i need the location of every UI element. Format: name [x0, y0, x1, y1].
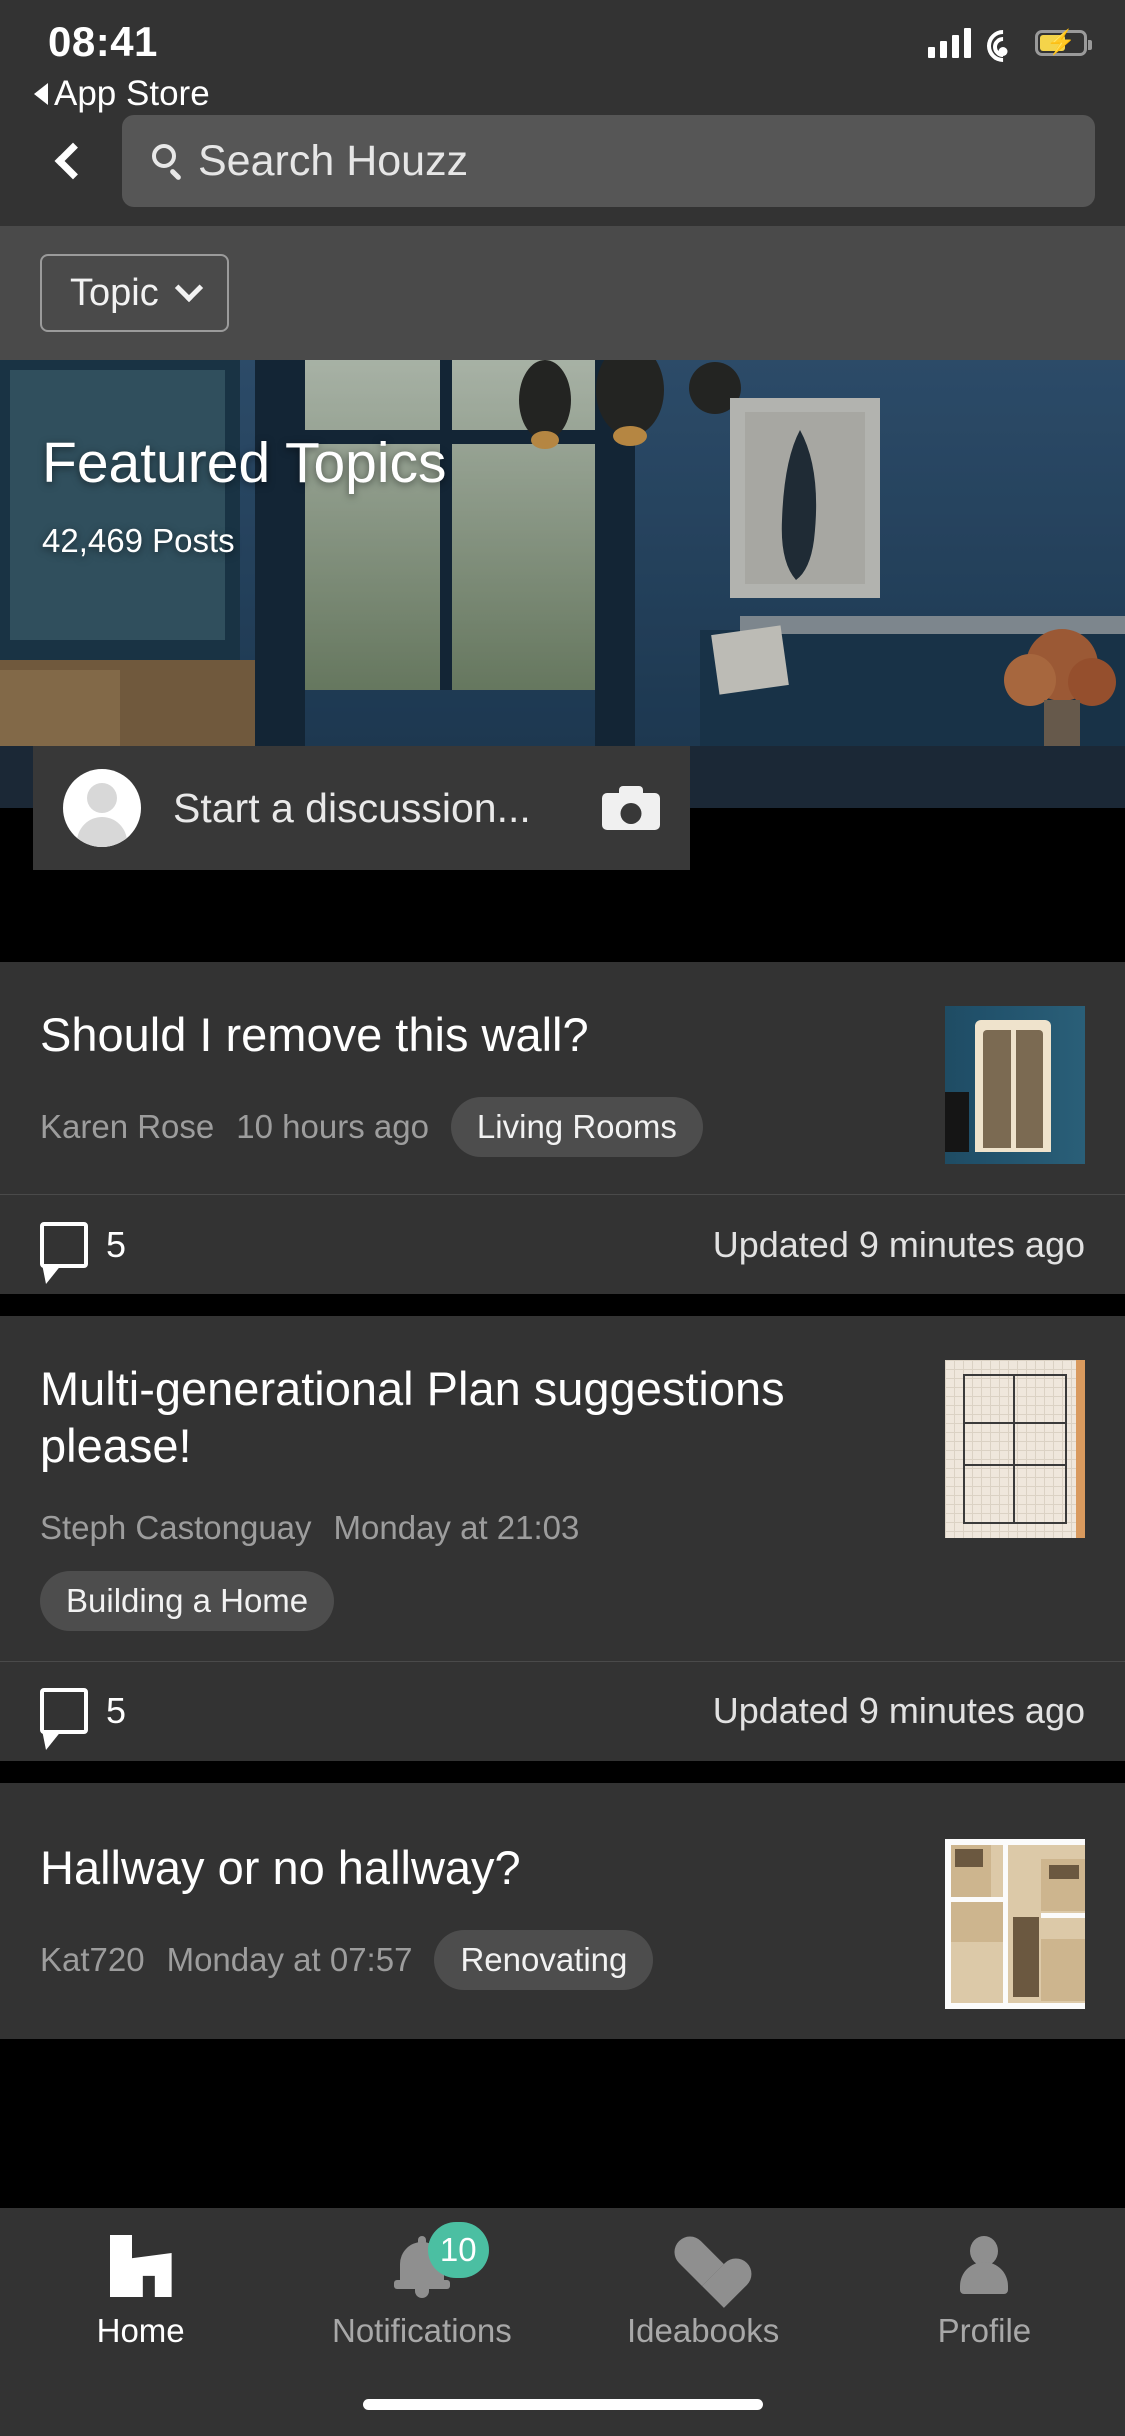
- discussion-tag[interactable]: Living Rooms: [450, 1097, 703, 1158]
- battery-charging-icon: ⚡: [1035, 30, 1092, 56]
- comment-count-group[interactable]: 5: [40, 1688, 127, 1751]
- navigation-bar: Search Houzz: [0, 96, 1125, 226]
- home-indicator: [362, 2399, 763, 2410]
- comment-count-group[interactable]: 5: [40, 1221, 127, 1284]
- tab-notifications-label: Notifications: [332, 2312, 512, 2349]
- tab-profile-label: Profile: [937, 2312, 1032, 2349]
- tab-home[interactable]: Home: [0, 2234, 281, 2350]
- discussion-body[interactable]: Should I remove this wall? Karen Rose 10…: [0, 962, 1125, 1194]
- discussion-title: Should I remove this wall?: [40, 1008, 589, 1061]
- discussion-meta: Steph Castonguay Monday at 21:03: [40, 1509, 921, 1547]
- discussion-text: Multi-generational Plan suggestions plea…: [40, 1360, 945, 1631]
- discussion-card[interactable]: Hallway or no hallway? Kat720 Monday at …: [0, 1782, 1125, 2039]
- discussion-thumbnail[interactable]: [945, 1838, 1085, 2009]
- camera-icon[interactable]: [602, 786, 660, 830]
- discussion-text: Should I remove this wall? Karen Rose 10…: [40, 1006, 945, 1164]
- person-icon: [956, 2234, 1012, 2298]
- bottom-tab-bar: Home 10 Notifications Ideabooks Profile: [0, 2208, 1125, 2436]
- discussion-title: Multi-generational Plan suggestions plea…: [40, 1362, 785, 1473]
- discussion-meta: Kat720 Monday at 07:57 Renovating: [40, 1929, 921, 1990]
- signal-bars-icon: [928, 28, 971, 58]
- composer-region: Start a discussion...: [0, 746, 1125, 962]
- houzz-home-icon: [109, 2234, 172, 2298]
- discussion-author: Kat720: [40, 1940, 145, 1978]
- filter-bar: Topic: [0, 226, 1125, 360]
- card-separator: [0, 1760, 1125, 1783]
- notifications-badge: 10: [427, 2222, 489, 2278]
- discussion-author: Karen Rose: [40, 1108, 215, 1146]
- status-icons: ⚡: [928, 23, 1092, 69]
- discussion-thumbnail[interactable]: [945, 1006, 1085, 1164]
- discussion-time: 10 hours ago: [236, 1108, 429, 1146]
- wifi-icon: [980, 23, 1026, 69]
- tab-ideabooks-label: Ideabooks: [626, 2312, 780, 2349]
- comment-bubble-icon: [40, 1688, 88, 1751]
- tab-home-label: Home: [96, 2312, 185, 2349]
- chevron-left-icon: [54, 142, 92, 180]
- card-separator: [0, 1294, 1125, 1316]
- discussion-meta: Karen Rose 10 hours ago Living Rooms: [40, 1097, 921, 1158]
- discussion-author: Steph Castonguay: [40, 1508, 312, 1546]
- start-discussion-bar[interactable]: Start a discussion...: [33, 746, 690, 870]
- comment-bubble-icon: [40, 1221, 88, 1284]
- discussion-footer: 5 Updated 9 minutes ago: [0, 1194, 1125, 1294]
- discussion-text: Hallway or no hallway? Kat720 Monday at …: [40, 1839, 945, 2009]
- updated-label: Updated 9 minutes ago: [712, 1690, 1085, 1732]
- discussion-tag-row: Building a Home: [40, 1570, 921, 1631]
- back-triangle-icon: [34, 83, 48, 105]
- chevron-down-icon: [174, 273, 203, 303]
- heart-icon: [673, 2234, 733, 2298]
- discussion-time: Monday at 21:03: [333, 1508, 580, 1546]
- tab-ideabooks[interactable]: Ideabooks: [563, 2234, 844, 2350]
- discussion-tag[interactable]: Building a Home: [40, 1570, 335, 1631]
- topic-filter-dropdown[interactable]: Topic: [40, 254, 229, 332]
- discussion-time: Monday at 07:57: [166, 1940, 413, 1978]
- avatar-placeholder-icon: [63, 769, 141, 847]
- hero-title: Featured Topics: [42, 431, 447, 495]
- search-placeholder: Search Houzz: [198, 136, 469, 185]
- discussion-tag[interactable]: Renovating: [434, 1929, 654, 1990]
- updated-label: Updated 9 minutes ago: [712, 1223, 1085, 1265]
- back-button[interactable]: [30, 122, 108, 200]
- featured-topics-hero[interactable]: Featured Topics 42,469 Posts: [0, 360, 1125, 746]
- search-input[interactable]: Search Houzz: [122, 115, 1095, 207]
- hero-posts-count: 42,469 Posts: [42, 522, 235, 559]
- comment-count: 5: [106, 1690, 127, 1732]
- discussion-title: Hallway or no hallway?: [40, 1840, 521, 1894]
- discussion-card[interactable]: Should I remove this wall? Karen Rose 10…: [0, 962, 1125, 1294]
- search-icon: [150, 144, 184, 181]
- tab-profile[interactable]: Profile: [844, 2234, 1125, 2350]
- return-to-app-link[interactable]: App Store: [34, 74, 210, 114]
- discussion-footer: 5 Updated 9 minutes ago: [0, 1660, 1125, 1761]
- return-app-label: App Store: [54, 74, 210, 113]
- discussion-body[interactable]: Hallway or no hallway? Kat720 Monday at …: [0, 1783, 1125, 2039]
- status-bar: 08:41 ⚡ App Store: [0, 0, 1125, 113]
- topic-filter-label: Topic: [70, 271, 159, 314]
- tab-notifications[interactable]: 10 Notifications: [281, 2222, 562, 2350]
- start-discussion-placeholder: Start a discussion...: [173, 784, 531, 831]
- status-time: 08:41: [48, 18, 158, 65]
- discussion-body[interactable]: Multi-generational Plan suggestions plea…: [0, 1316, 1125, 1661]
- comment-count: 5: [106, 1223, 127, 1265]
- discussion-card[interactable]: Multi-generational Plan suggestions plea…: [0, 1316, 1125, 1761]
- bell-icon: 10: [393, 2222, 489, 2298]
- discussion-thumbnail[interactable]: [945, 1360, 1085, 1538]
